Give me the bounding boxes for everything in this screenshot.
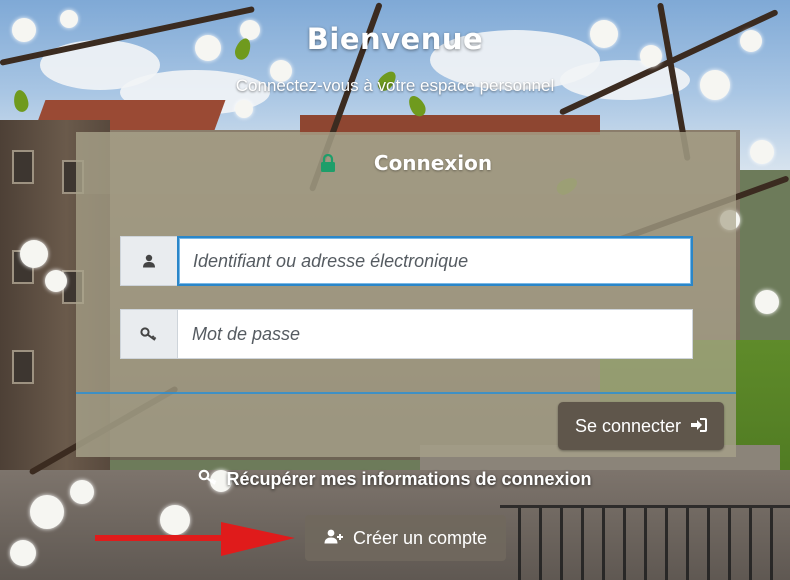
sign-in-icon xyxy=(691,416,708,437)
sign-in-label: Se connecter xyxy=(574,415,682,436)
key-icon xyxy=(120,309,177,359)
username-row xyxy=(120,236,693,286)
welcome-title: Bienvenue xyxy=(306,22,484,56)
login-panel: Connexion Se connecter xyxy=(76,132,736,457)
create-account-label: Créer un compte xyxy=(352,527,488,548)
recover-credentials-label: Récupérer mes informations de connexion xyxy=(226,469,592,489)
user-icon xyxy=(120,236,177,286)
lock-icon xyxy=(320,154,336,172)
username-input[interactable] xyxy=(177,236,693,286)
recover-credentials-link[interactable]: Récupérer mes informations de connexion xyxy=(0,469,790,490)
password-input[interactable] xyxy=(177,309,693,359)
red-arrow-annotation xyxy=(95,522,295,556)
login-panel-footer: Se connecter xyxy=(76,394,736,457)
create-account-button[interactable]: Créer un compte xyxy=(305,515,506,561)
welcome-subtitle: Connectez-vous à votre espace personnel xyxy=(235,76,555,95)
user-plus-icon xyxy=(324,528,344,549)
login-title: Connexion xyxy=(373,151,493,175)
login-panel-header: Connexion xyxy=(76,132,736,194)
sign-in-button[interactable]: Se connecter xyxy=(558,402,724,450)
password-row xyxy=(120,309,693,359)
key-icon xyxy=(198,469,218,490)
